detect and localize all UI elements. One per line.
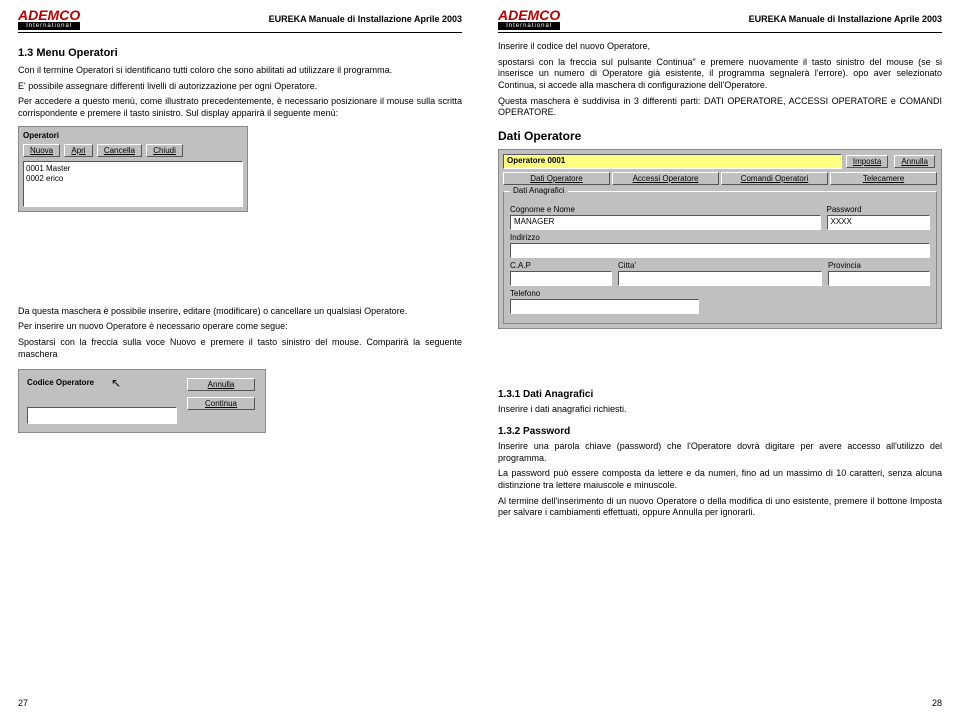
logo: ADEMCO International — [498, 8, 560, 30]
tab-telecamere[interactable]: Telecamere — [830, 172, 937, 185]
page-left: ADEMCO International EUREKA Manuale di I… — [0, 0, 480, 714]
field-label: C.A.P — [510, 261, 612, 270]
list-item[interactable]: 0002 erico — [26, 174, 240, 184]
group-label: Dati Anagrafici — [510, 186, 568, 195]
indirizzo-input[interactable] — [510, 243, 930, 258]
tab-accessi-operatore[interactable]: Accessi Operatore — [612, 172, 719, 185]
logo: ADEMCO International — [18, 8, 80, 30]
page-number: 28 — [932, 698, 942, 708]
page-header: ADEMCO International EUREKA Manuale di I… — [498, 8, 942, 33]
password-input[interactable]: XXXX — [827, 215, 931, 230]
citta-input[interactable] — [618, 271, 822, 286]
operatori-dialog: Operatori Nuova Apri Cancella Chiudi 000… — [18, 126, 248, 212]
apri-button[interactable]: Apri — [64, 144, 92, 157]
field-label: Cognome e Nome — [510, 205, 821, 214]
body-text: Inserire il codice del nuovo Operatore, — [498, 41, 942, 53]
page-header: ADEMCO International EUREKA Manuale di I… — [18, 8, 462, 33]
subheading: 1.3.2 Password — [498, 426, 942, 437]
field-label: Password — [827, 205, 931, 214]
body-text: La password può essere composta da lette… — [498, 468, 942, 491]
annulla-button[interactable]: Annulla — [894, 155, 935, 168]
imposta-button[interactable]: Imposta — [846, 155, 888, 168]
tab-comandi-operatori[interactable]: Comandi Operatori — [721, 172, 828, 185]
button-row: Nuova Apri Cancella Chiudi — [23, 144, 243, 157]
codice-operatore-dialog: ↖ Codice Operatore Annulla Continua — [18, 369, 266, 433]
provincia-input[interactable] — [828, 271, 930, 286]
body-text: Per inserire un nuovo Operatore è necess… — [18, 321, 462, 333]
continua-button[interactable]: Continua — [187, 397, 255, 410]
dialog-title: Codice Operatore — [27, 378, 177, 387]
tab-dati-operatore[interactable]: Dati Operatore — [503, 172, 610, 185]
logo-sub: International — [18, 22, 80, 30]
body-text: spostarsi con la freccia sul pulsante Co… — [498, 57, 942, 92]
nuova-button[interactable]: Nuova — [23, 144, 60, 157]
field-label: Indirizzo — [510, 233, 930, 242]
logo-sub: International — [498, 22, 560, 30]
body-text: Al termine dell'inserimento di un nuovo … — [498, 496, 942, 519]
section-heading: 1.3 Menu Operatori — [18, 47, 462, 59]
cancella-button[interactable]: Cancella — [97, 144, 142, 157]
operator-list[interactable]: 0001 Master 0002 erico — [23, 161, 243, 207]
body-text: Per accedere a questo menù, come illustr… — [18, 96, 462, 119]
cursor-icon: ↖ — [111, 376, 121, 390]
body-text: Questa maschera è suddivisa in 3 differe… — [498, 96, 942, 119]
cap-input[interactable] — [510, 271, 612, 286]
operator-id-field[interactable]: Operatore 0001 — [503, 154, 842, 169]
body-text: Inserire una parola chiave (password) ch… — [498, 441, 942, 464]
logo-brand: ADEMCO — [498, 8, 560, 22]
subheading: 1.3.1 Dati Anagrafici — [498, 389, 942, 400]
subheading: Dati Operatore — [498, 129, 942, 143]
page-right: ADEMCO International EUREKA Manuale di I… — [480, 0, 960, 714]
field-label: Citta' — [618, 261, 822, 270]
tab-row: Dati Operatore Accessi Operatore Comandi… — [503, 172, 937, 185]
body-text: Con il termine Operatori si identificano… — [18, 65, 462, 77]
header-title: EUREKA Manuale di Installazione Aprile 2… — [269, 14, 462, 24]
dialog-title: Operatori — [23, 131, 243, 140]
body-text: E' possibile assegnare differenti livell… — [18, 81, 462, 93]
body-text: Spostarsi con la freccia sulla voce Nuov… — [18, 337, 462, 360]
dati-anagrafici-group: Dati Anagrafici Cognome e Nome MANAGER P… — [503, 191, 937, 324]
chiudi-button[interactable]: Chiudi — [146, 144, 183, 157]
list-item[interactable]: 0001 Master — [26, 164, 240, 174]
field-label: Provincia — [828, 261, 930, 270]
page-number: 27 — [18, 698, 28, 708]
operatore-form-dialog: Operatore 0001 Imposta Annulla Dati Oper… — [498, 149, 942, 329]
cognome-input[interactable]: MANAGER — [510, 215, 821, 230]
codice-input[interactable] — [27, 407, 177, 424]
body-text: Da questa maschera è possibile inserire,… — [18, 306, 462, 318]
annulla-button[interactable]: Annulla — [187, 378, 255, 391]
header-title: EUREKA Manuale di Installazione Aprile 2… — [749, 14, 942, 24]
field-label: Telefono — [510, 289, 699, 298]
logo-brand: ADEMCO — [18, 8, 80, 22]
body-text: Inserire i dati anagrafici richiesti. — [498, 404, 942, 416]
telefono-input[interactable] — [510, 299, 699, 314]
